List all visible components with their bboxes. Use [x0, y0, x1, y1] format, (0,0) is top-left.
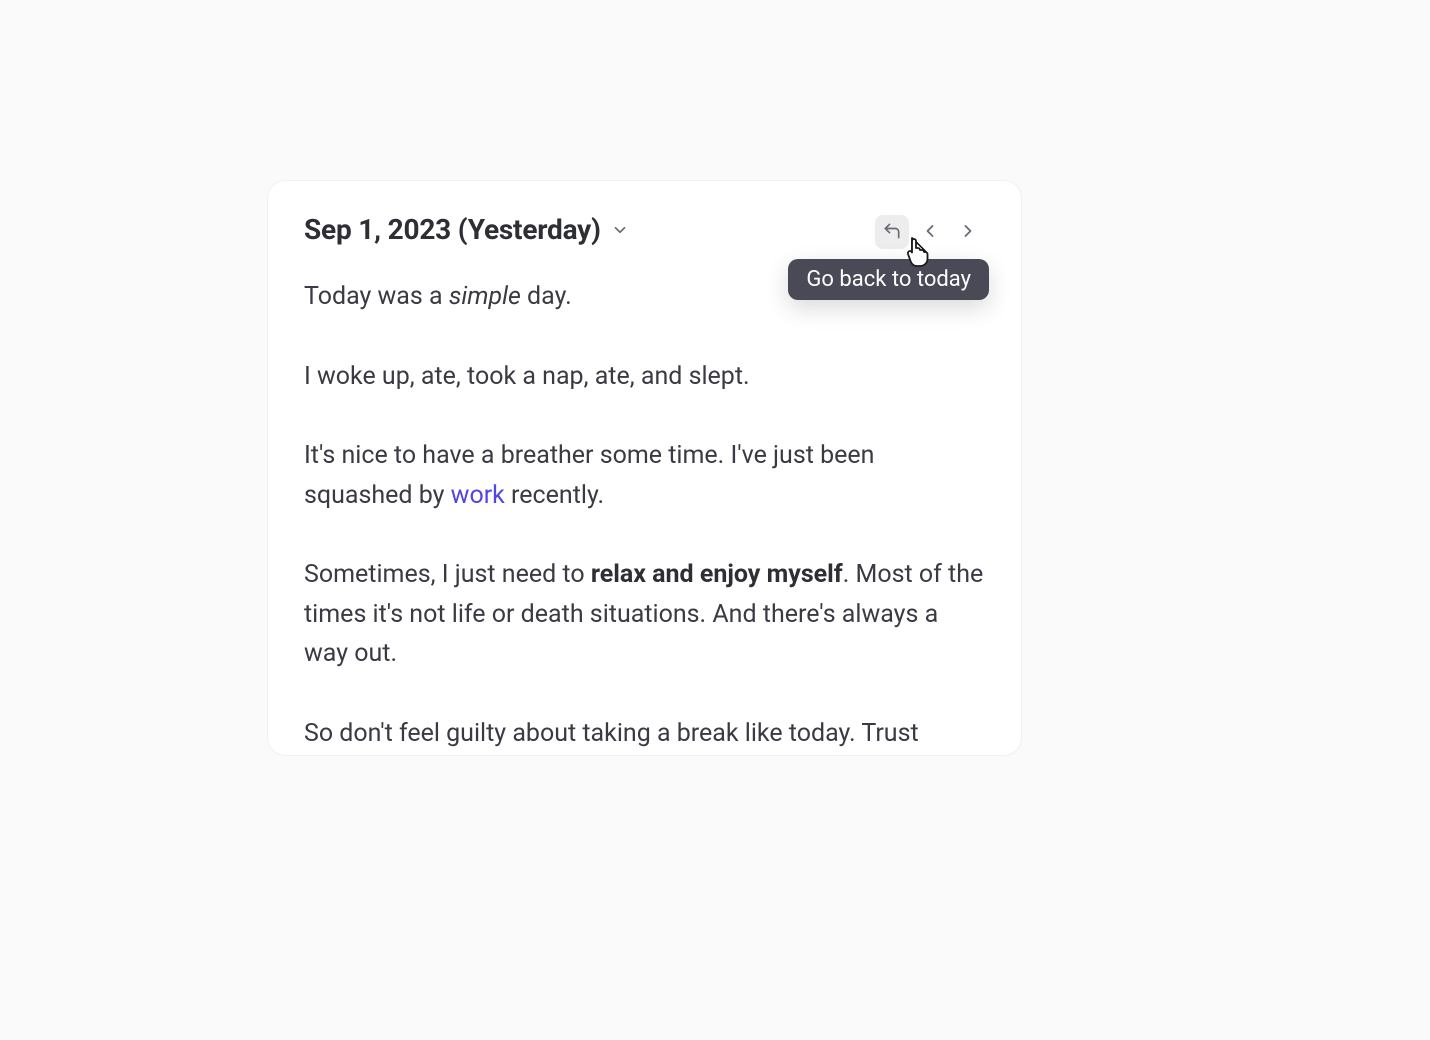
nav-controls: Go back to today: [875, 215, 985, 249]
text-run: Today was a: [304, 282, 449, 311]
chevron-right-icon: [958, 221, 978, 244]
text-run: recently.: [505, 481, 604, 510]
entry-paragraph: I woke up, ate, took a nap, ate, and sle…: [304, 357, 985, 397]
tooltip-go-back-today: Go back to today: [788, 259, 989, 300]
card-header: Sep 1, 2023 (Yesterday) Go back: [304, 213, 985, 249]
chevron-down-icon: [611, 221, 629, 243]
undo-icon: [882, 221, 902, 244]
link-work[interactable]: work: [451, 481, 505, 510]
next-day-button[interactable]: [951, 215, 985, 249]
entry-paragraph: Sometimes, I just need to relax and enjo…: [304, 555, 985, 674]
go-back-today-button[interactable]: [875, 215, 909, 249]
bold-text: relax and enjoy myself: [591, 560, 843, 589]
prev-day-button[interactable]: [913, 215, 947, 249]
journal-card: Sep 1, 2023 (Yesterday) Go back: [267, 180, 1022, 756]
text-run: day.: [521, 282, 572, 311]
chevron-left-icon: [920, 221, 940, 244]
entry-paragraph: So don't feel guilty about taking a brea…: [304, 714, 985, 754]
italic-text: simple: [449, 282, 521, 311]
journal-entry-body[interactable]: Today was a simple day. I woke up, ate, …: [304, 277, 985, 753]
entry-paragraph: It's nice to have a breather some time. …: [304, 436, 985, 515]
date-dropdown-button[interactable]: Sep 1, 2023 (Yesterday): [304, 213, 629, 246]
date-title: Sep 1, 2023 (Yesterday): [304, 213, 601, 246]
text-run: Sometimes, I just need to: [304, 560, 591, 589]
